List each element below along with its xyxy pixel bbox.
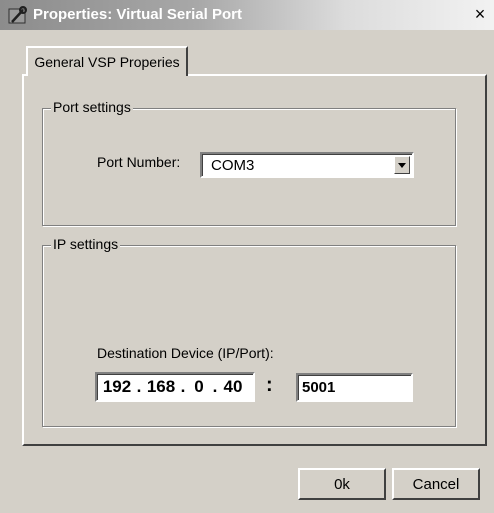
port-number-label: Port Number:: [97, 154, 181, 170]
ip-settings-label: IP settings: [51, 236, 121, 252]
destination-device-label: Destination Device (IP/Port):: [97, 345, 274, 361]
serial-port-wrench-icon: [8, 6, 27, 24]
port-input[interactable]: 5001: [296, 373, 413, 402]
ip-octet-1[interactable]: 192: [100, 377, 134, 397]
ip-octet-3[interactable]: 0: [188, 377, 210, 397]
ip-dot: .: [180, 377, 186, 396]
port-separator: :: [266, 374, 273, 396]
ok-button-label: 0k: [334, 475, 350, 493]
properties-dialog: Properties: Virtual Serial Port × Genera…: [0, 0, 494, 513]
ip-octet-4[interactable]: 40: [220, 377, 246, 397]
title-bar[interactable]: Properties: Virtual Serial Port ×: [0, 0, 494, 30]
close-icon: ×: [474, 3, 486, 24]
ip-address-input[interactable]: 192 . 168 . 0 . 40: [95, 372, 255, 402]
port-settings-label: Port settings: [51, 99, 133, 115]
port-number-value: COM3: [211, 157, 255, 174]
close-button[interactable]: ×: [468, 2, 492, 26]
chevron-down-icon: [398, 162, 406, 168]
tab-label: General VSP Properies: [34, 54, 180, 70]
ip-octet-2[interactable]: 168: [144, 377, 178, 397]
window-title: Properties: Virtual Serial Port: [33, 6, 242, 23]
cancel-button[interactable]: Cancel: [392, 468, 480, 500]
tab-general-vsp-properties[interactable]: General VSP Properies: [26, 46, 188, 76]
cancel-button-label: Cancel: [412, 475, 460, 493]
dropdown-button[interactable]: [394, 156, 410, 174]
ip-dot: .: [212, 377, 218, 396]
ok-button[interactable]: 0k: [298, 468, 386, 500]
port-number-select[interactable]: COM3: [200, 152, 414, 178]
ip-dot: .: [136, 377, 142, 396]
